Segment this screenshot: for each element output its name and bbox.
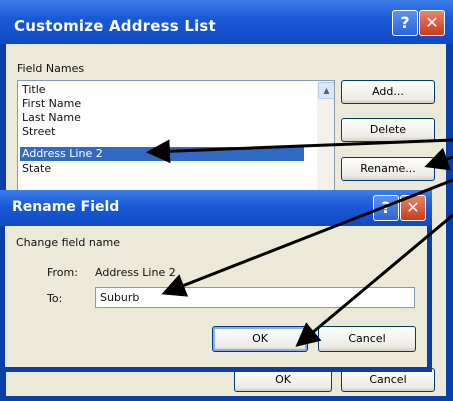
- arrow-to-address-line-2: [146, 138, 453, 164]
- arrow-to-to-field: [161, 178, 453, 297]
- arrow-to-rename-button: [424, 147, 453, 171]
- annotation-arrows: [146, 138, 453, 347]
- arrow-to-ok-button: [295, 213, 453, 347]
